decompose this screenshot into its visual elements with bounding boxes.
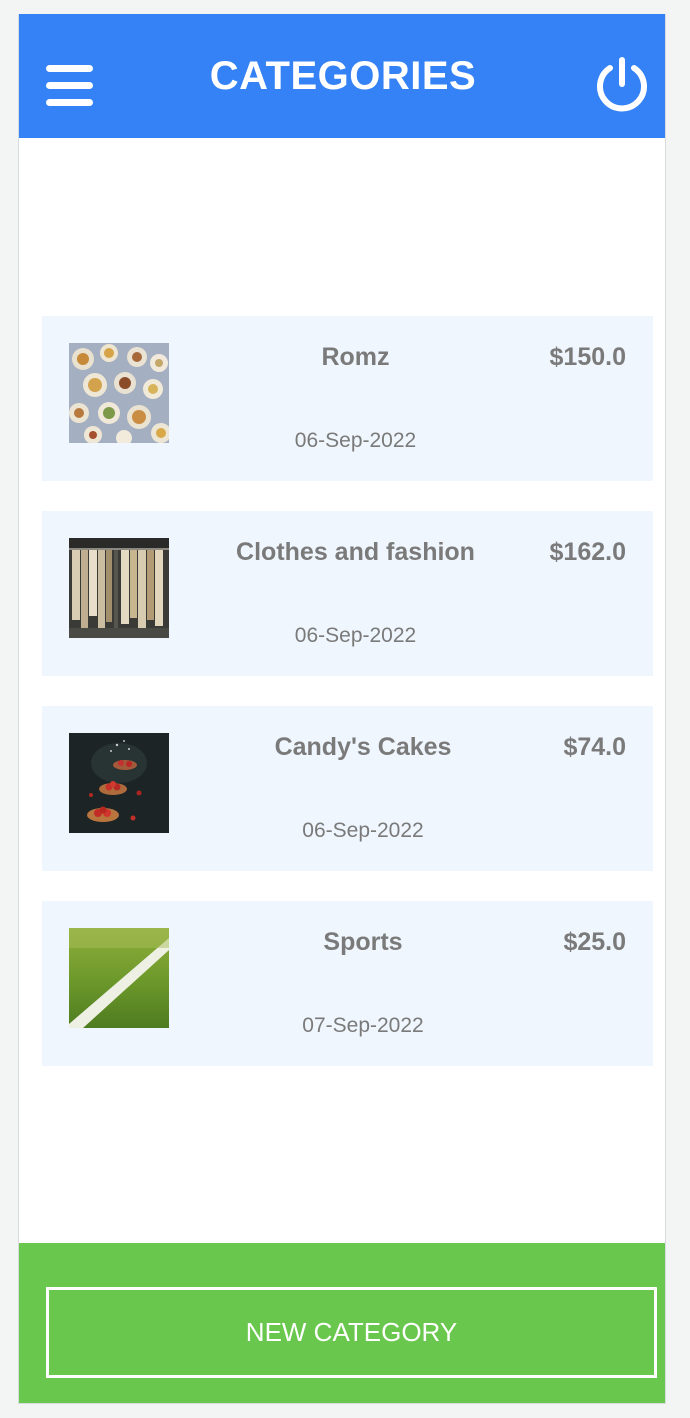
category-name: Romz — [321, 343, 390, 371]
category-price: $25.0 — [563, 928, 626, 956]
header-bar: CATEGORIES — [19, 14, 665, 138]
category-list: Romz $150.0 06-Sep-2022 Clothes and fash… — [42, 316, 653, 1096]
footer-bar: NEW CATEGORY — [19, 1243, 665, 1403]
category-card[interactable]: Clothes and fashion $162.0 06-Sep-2022 — [42, 511, 653, 676]
food-platter-image — [69, 343, 169, 443]
category-price: $150.0 — [549, 343, 626, 371]
category-card[interactable]: Romz $150.0 06-Sep-2022 — [42, 316, 653, 481]
category-price: $162.0 — [549, 538, 626, 566]
category-name: Candy's Cakes — [274, 733, 452, 761]
clothes-rack-image — [69, 538, 169, 638]
category-card[interactable]: Sports $25.0 07-Sep-2022 — [42, 901, 653, 1066]
category-name: Clothes and fashion — [236, 538, 475, 566]
category-name: Sports — [323, 928, 403, 956]
category-card[interactable]: Candy's Cakes $74.0 06-Sep-2022 — [42, 706, 653, 871]
category-price: $74.0 — [563, 733, 626, 761]
grass-field-image — [69, 928, 169, 1028]
app-screen: CATEGORIES Romz $150.0 06-Sep-2022 Cloth… — [18, 14, 666, 1404]
logout-button[interactable] — [592, 54, 652, 114]
category-date: 06-Sep-2022 — [294, 429, 417, 452]
category-date: 07-Sep-2022 — [302, 1014, 424, 1037]
power-icon — [597, 57, 647, 112]
new-category-button[interactable]: NEW CATEGORY — [46, 1287, 657, 1378]
page-title: CATEGORIES — [209, 54, 477, 98]
cakes-image — [69, 733, 169, 833]
category-date: 06-Sep-2022 — [302, 819, 424, 842]
category-date: 06-Sep-2022 — [294, 624, 417, 647]
